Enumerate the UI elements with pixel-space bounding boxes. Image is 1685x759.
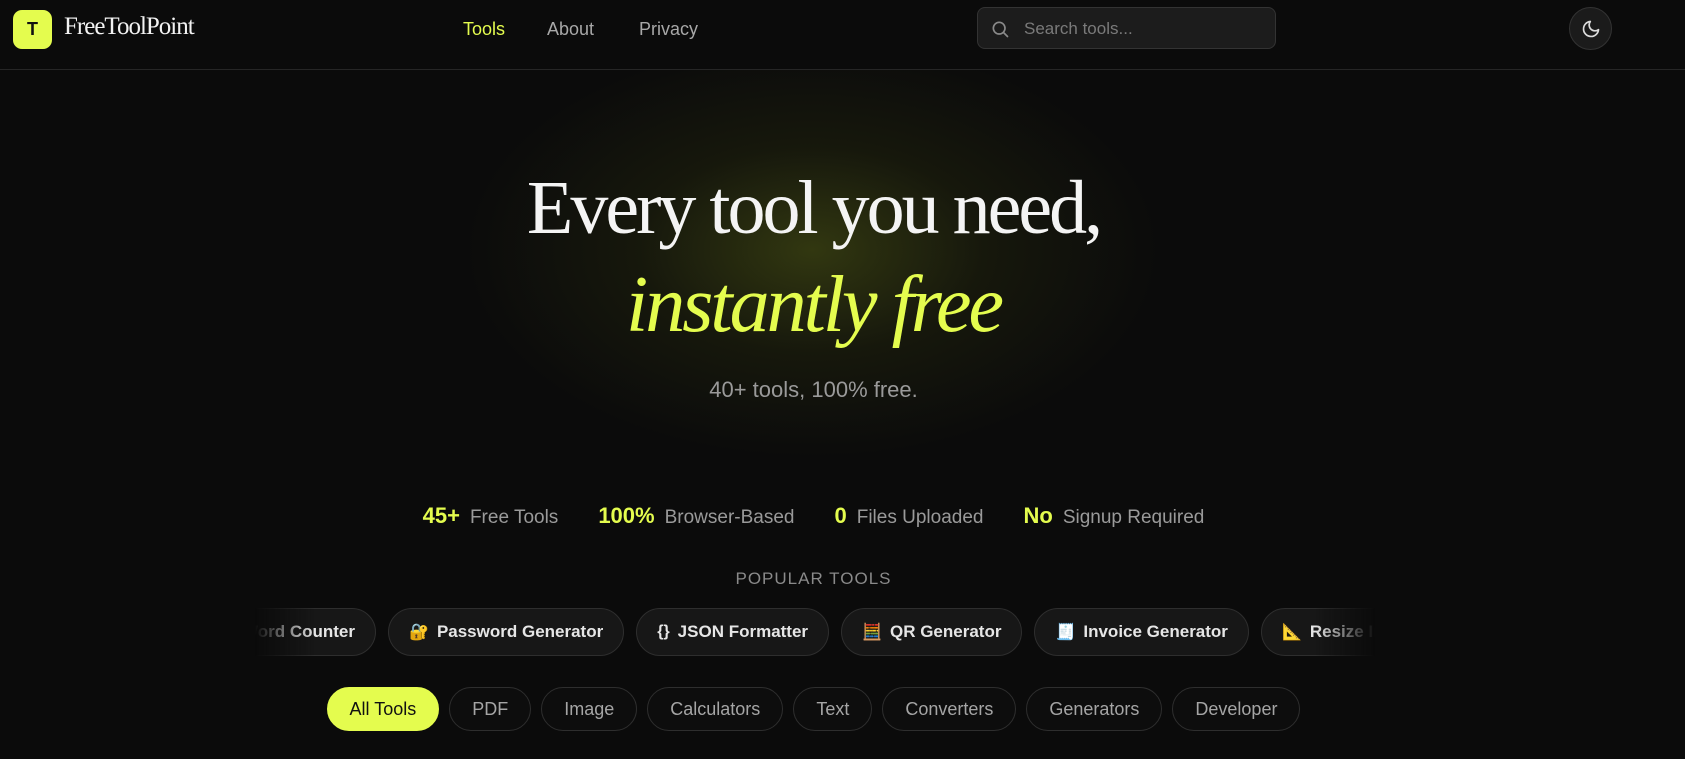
category-text[interactable]: Text	[793, 687, 873, 731]
stat-browser-based: 100% Browser-Based	[598, 503, 794, 529]
popular-tools-heading: POPULAR TOOLS	[735, 569, 892, 588]
nav-privacy[interactable]: Privacy	[639, 19, 698, 40]
stat-label: Browser-Based	[664, 507, 795, 528]
category-all-tools[interactable]: All Tools	[326, 687, 440, 731]
nav-about[interactable]: About	[547, 19, 594, 40]
category-image[interactable]: Image	[541, 687, 638, 731]
nav-tools[interactable]: Tools	[463, 19, 505, 40]
tool-pill-label: Resize Image	[1309, 622, 1375, 641]
tool-pill-resize-image[interactable]: 📐 Resize Image	[1260, 608, 1375, 656]
category-converters[interactable]: Converters	[882, 687, 1017, 731]
hero-title: Every tool you need,	[526, 166, 1103, 250]
category-pdf[interactable]: PDF	[449, 687, 532, 731]
tool-pill-label: JSON Formatter	[677, 622, 809, 641]
stat-label: Signup Required	[1062, 507, 1205, 528]
tool-pill-label: Invoice Generator	[1083, 622, 1228, 641]
abacus-icon: 🧮	[862, 624, 882, 641]
category-generators[interactable]: Generators	[1026, 687, 1163, 731]
category-calculators[interactable]: Calculators	[647, 687, 784, 731]
stats-row: 45+ Free Tools 100% Browser-Based 0 File…	[0, 503, 1627, 529]
tool-pill-label: Word Counter	[255, 622, 356, 641]
receipt-icon: 🧾	[1055, 624, 1076, 641]
tool-pill-label: QR Generator	[889, 622, 1002, 641]
moon-icon	[1582, 20, 1599, 37]
stat-value: 100%	[598, 503, 655, 528]
stat-value: 45+	[422, 503, 460, 528]
ruler-icon: 📐	[1281, 624, 1302, 641]
search-input[interactable]	[1022, 8, 1266, 50]
stat-signup: No Signup Required	[1023, 503, 1204, 529]
tool-pill-label: Password Generator	[436, 622, 604, 641]
stat-value: 0	[834, 503, 847, 528]
theme-toggle-button[interactable]	[1569, 7, 1612, 50]
lock-icon: 🔐	[409, 624, 429, 641]
category-filter: All Tools PDF Image Calculators Text Con…	[0, 687, 1627, 731]
search-icon	[992, 21, 1009, 38]
category-developer[interactable]: Developer	[1172, 687, 1301, 731]
top-bar: T FreeToolPoint Tools About Privacy	[0, 0, 1685, 70]
tool-pill-word-counter[interactable]: Word Counter	[255, 608, 377, 656]
tool-pill-password-generator[interactable]: 🔐 Password Generator	[388, 608, 625, 656]
logo-text[interactable]: FreeToolPoint	[64, 13, 195, 41]
tool-pill-qr-generator[interactable]: 🧮 QR Generator	[841, 608, 1023, 656]
popular-tools-carousel: Word Counter 🔐 Password Generator {} JSO…	[255, 608, 1375, 658]
braces-icon: {}	[657, 623, 670, 640]
logo-icon[interactable]: T	[13, 10, 52, 49]
stat-label: Files Uploaded	[856, 507, 984, 528]
search-box[interactable]	[977, 7, 1276, 50]
stat-value: No	[1023, 503, 1053, 528]
tool-pill-json-formatter[interactable]: {} JSON Formatter	[636, 608, 830, 656]
stat-files-uploaded: 0 Files Uploaded	[834, 503, 983, 529]
tool-pill-invoice-generator[interactable]: 🧾 Invoice Generator	[1034, 608, 1249, 656]
hero-subtitle: 40+ tools, 100% free.	[709, 377, 918, 402]
hero-title-accent: instantly free	[626, 261, 1004, 349]
stat-free-tools: 45+ Free Tools	[423, 503, 559, 529]
stat-label: Free Tools	[469, 507, 559, 528]
